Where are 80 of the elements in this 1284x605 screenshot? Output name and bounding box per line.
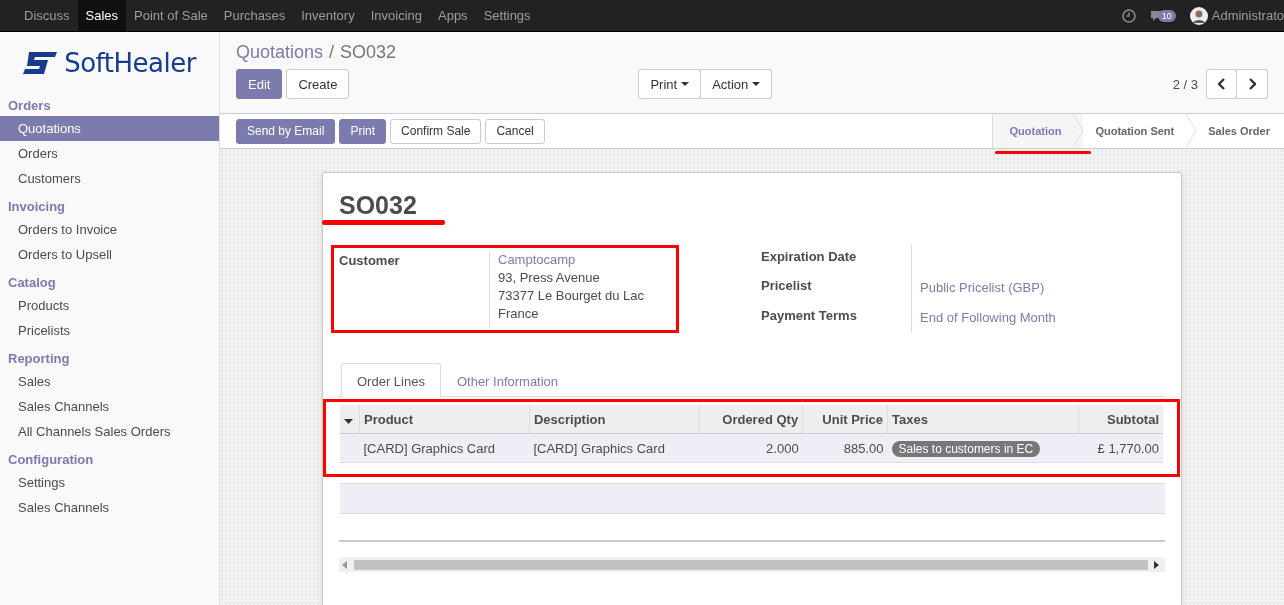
chevron-left-icon: [1217, 78, 1226, 90]
chevron-right-icon: [1248, 78, 1256, 90]
column-header[interactable]: Description: [529, 405, 700, 434]
sidebar-item[interactable]: Orders: [0, 141, 219, 166]
dropdown-button[interactable]: Print: [638, 69, 702, 99]
column-header[interactable]: Unit Price: [802, 405, 888, 434]
sidebar-item[interactable]: Customers: [0, 166, 219, 191]
menu-item[interactable]: Inventory: [293, 0, 363, 31]
menu-item[interactable]: Purchases: [215, 0, 294, 31]
field-label: Expiration Date: [761, 248, 858, 266]
table-cell: 2.000: [699, 433, 803, 463]
breadcrumb-link[interactable]: Quotations: [236, 42, 324, 63]
menu-item[interactable]: Point of Sale: [126, 0, 216, 31]
address-line: 73377 Le Bourget du Lac: [498, 287, 644, 305]
chevron-divider-icon: [1186, 114, 1197, 147]
menu-item[interactable]: Apps: [430, 0, 476, 31]
tab[interactable]: Order Lines: [341, 363, 441, 397]
menu-item[interactable]: Discuss: [16, 0, 78, 31]
caret-icon[interactable]: [344, 418, 353, 424]
breadcrumb-current: SO032: [340, 42, 397, 63]
field-value-link[interactable]: Public Pricelist (GBP): [920, 280, 1045, 296]
sidebar-item[interactable]: Sales: [0, 369, 219, 394]
status-bar-button[interactable]: Cancel: [485, 118, 545, 144]
menu-section-title: Reporting: [7, 350, 71, 368]
avatar-icon: [1189, 6, 1208, 25]
pager-counter: 2 / 3: [1172, 76, 1198, 92]
menu-section-title: Invoicing: [7, 198, 67, 216]
menu-section-title: Configuration: [7, 451, 95, 469]
edit-button[interactable]: Edit: [236, 69, 283, 99]
address-line: France: [498, 305, 540, 323]
address-line: 93, Press Avenue: [498, 269, 601, 287]
breadcrumb-separator: /: [329, 42, 335, 63]
status-bar-button[interactable]: Send by Email: [236, 118, 336, 144]
create-button[interactable]: Create: [286, 69, 350, 99]
chevron-divider-icon: [1073, 114, 1084, 147]
column-header[interactable]: Taxes: [887, 405, 1079, 434]
column-header[interactable]: Product: [359, 405, 530, 434]
column-header[interactable]: Subtotal: [1078, 405, 1163, 434]
sidebar-item[interactable]: Orders to Upsell: [0, 242, 219, 267]
status-bar-button[interactable]: Confirm Sale: [390, 118, 482, 144]
logo-text: SoftHealer: [64, 48, 196, 78]
horizontal-scrollbar[interactable]: [339, 557, 1165, 572]
sidebar-item[interactable]: Quotations: [0, 116, 219, 141]
sidebar-item[interactable]: Settings: [0, 470, 219, 495]
column-header[interactable]: Ordered Qty: [699, 405, 803, 434]
dropdown-button[interactable]: Action: [701, 69, 773, 99]
field-value-link[interactable]: End of Following Month: [920, 309, 1056, 325]
sidebar-item[interactable]: All Channels Sales Orders: [0, 419, 219, 444]
menu-item[interactable]: Sales: [77, 0, 127, 31]
previous-button[interactable]: [1206, 69, 1237, 99]
clock-icon[interactable]: [1121, 8, 1136, 23]
caret-icon: [681, 82, 690, 86]
sidebar-item[interactable]: Products: [0, 293, 219, 318]
menu-section-title: Catalog: [7, 274, 57, 292]
table-cell: £ 1,770.00: [1078, 433, 1163, 463]
menu-item[interactable]: Invoicing: [362, 0, 430, 31]
logo-icon: [23, 52, 60, 74]
field-label: Pricelist: [761, 277, 813, 296]
message-count-badge: 10: [1157, 9, 1176, 22]
table-cell: 885.00: [802, 433, 888, 463]
field-label: Payment Terms: [761, 306, 858, 325]
user-menu[interactable]: Administrato: [1189, 6, 1284, 25]
status-bar-button[interactable]: Print: [339, 118, 387, 144]
record-title: SO032: [339, 191, 417, 220]
table-cell: [CARD] Graphics Card: [359, 433, 530, 463]
menu-section-title: Orders: [7, 97, 52, 115]
menu-item[interactable]: Settings: [475, 0, 539, 31]
sidebar-item[interactable]: Orders to Invoice: [0, 217, 219, 242]
sidebar-item[interactable]: Sales Channels: [0, 394, 219, 419]
table-cell: [CARD] Graphics Card: [529, 433, 700, 463]
customer-link[interactable]: Camptocamp: [498, 251, 644, 269]
sidebar-item[interactable]: Sales Channels: [0, 495, 219, 520]
sidebar-item[interactable]: Pricelists: [0, 318, 219, 343]
field-label: Customer: [339, 252, 401, 270]
tab[interactable]: Other Information: [440, 363, 575, 397]
next-button[interactable]: [1237, 69, 1268, 99]
caret-icon: [752, 82, 761, 86]
tax-tag: Sales to customers in EC: [891, 440, 1041, 457]
stage-button[interactable]: Quotation: [992, 114, 1084, 148]
scroll-right-icon[interactable]: [1154, 560, 1160, 569]
